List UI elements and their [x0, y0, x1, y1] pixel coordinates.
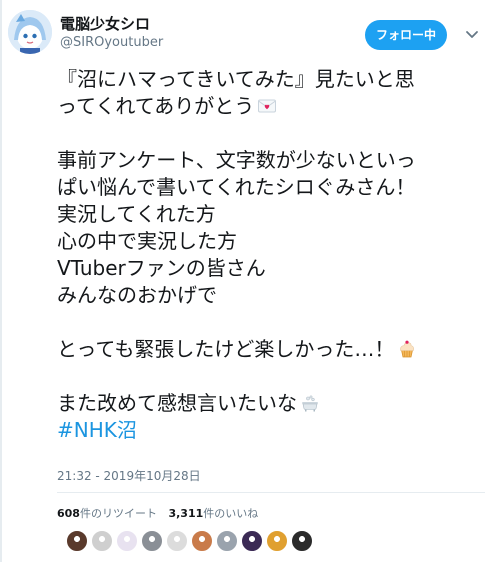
avatar-siro-icon: [8, 10, 52, 54]
tweet-line-text: みんなのおかげで: [57, 283, 217, 307]
love-letter-icon: [257, 96, 277, 116]
tweet-line: #NHK沼: [57, 417, 493, 444]
tweet-stats: 608件のリツイート 3,311件のいいね: [57, 505, 266, 521]
tweet-line: 実況してくれた方: [57, 201, 493, 228]
screen-name[interactable]: @SIROyoutuber: [60, 35, 163, 50]
user-avatar[interactable]: [8, 10, 52, 54]
likes-label: 件のいいね: [203, 507, 259, 520]
bathtub-icon: [300, 393, 320, 413]
tweet-line-text: 実況してくれた方: [57, 202, 216, 226]
likes-count: 3,311: [168, 507, 204, 520]
liker-avatar-9[interactable]: [266, 530, 288, 552]
tweet-line: VTuberファンの皆さん: [57, 255, 493, 282]
tweet-line-text: 事前アンケート、文字数が少ないといっ: [57, 148, 416, 172]
chevron-down-icon[interactable]: [464, 26, 480, 42]
hashtag-link[interactable]: #NHK沼: [57, 418, 137, 442]
tweet-line-text: とっても緊張したけど楽しかった…！: [57, 337, 395, 361]
divider: [57, 492, 485, 493]
tweet-card: 電脳少女シロ @SIROyoutuber フォロー中 『沼にハマってきいてみた』…: [0, 0, 500, 562]
tweet-line-text: ってくれてありがとう: [57, 94, 255, 118]
retweets-stat[interactable]: 608件のリツイート: [57, 505, 157, 521]
liker-avatar-8[interactable]: [241, 530, 263, 552]
retweets-count: 608: [57, 507, 80, 520]
tweet-line: 心の中で実況した方: [57, 228, 493, 255]
thread-line: [0, 0, 2, 562]
tweet-line: みんなのおかげで: [57, 282, 493, 309]
tweet-line: 『沼にハマってきいてみた』見たいと思: [57, 66, 493, 93]
tweet-line-text: 心の中で実況した方: [57, 229, 237, 253]
retweets-label: 件のリツイート: [79, 507, 157, 520]
cupcake-icon: [397, 339, 417, 359]
display-name[interactable]: 電脳少女シロ: [60, 13, 150, 34]
tweet-line: また改めて感想言いたいな: [57, 390, 493, 417]
likes-stat[interactable]: 3,311件のいいね: [168, 505, 258, 521]
liker-avatar-4[interactable]: [141, 530, 163, 552]
liker-avatar-7[interactable]: [216, 530, 238, 552]
tweet-line-text: 『沼にハマってきいてみた』見たいと思: [57, 67, 415, 91]
tweet-text: 『沼にハマってきいてみた』見たいと思 ってくれてありがとう 事前アンケート、文字…: [57, 66, 493, 444]
liker-avatar-5[interactable]: [166, 530, 188, 552]
tweet-line-text: また改めて感想言いたいな: [57, 391, 297, 415]
tweet-line: ぱい悩んで書いてくれたシロぐみさん！: [57, 174, 493, 201]
tweet-line-text: VTuberファンの皆さん: [57, 256, 266, 280]
tweet-line-text: ぱい悩んで書いてくれたシロぐみさん！: [57, 175, 416, 199]
liker-avatar-3[interactable]: [116, 530, 138, 552]
liker-avatars: [66, 530, 316, 552]
liker-avatar-2[interactable]: [91, 530, 113, 552]
liker-avatar-1[interactable]: [66, 530, 88, 552]
liker-avatar-6[interactable]: [191, 530, 213, 552]
following-button[interactable]: フォロー中: [365, 20, 447, 50]
liker-avatar-10[interactable]: [291, 530, 313, 552]
tweet-line: ってくれてありがとう: [57, 93, 493, 120]
tweet-line: 事前アンケート、文字数が少ないといっ: [57, 147, 493, 174]
tweet-timestamp[interactable]: 21:32 - 2019年10月28日: [57, 467, 201, 484]
tweet-line: とっても緊張したけど楽しかった…！: [57, 336, 493, 363]
